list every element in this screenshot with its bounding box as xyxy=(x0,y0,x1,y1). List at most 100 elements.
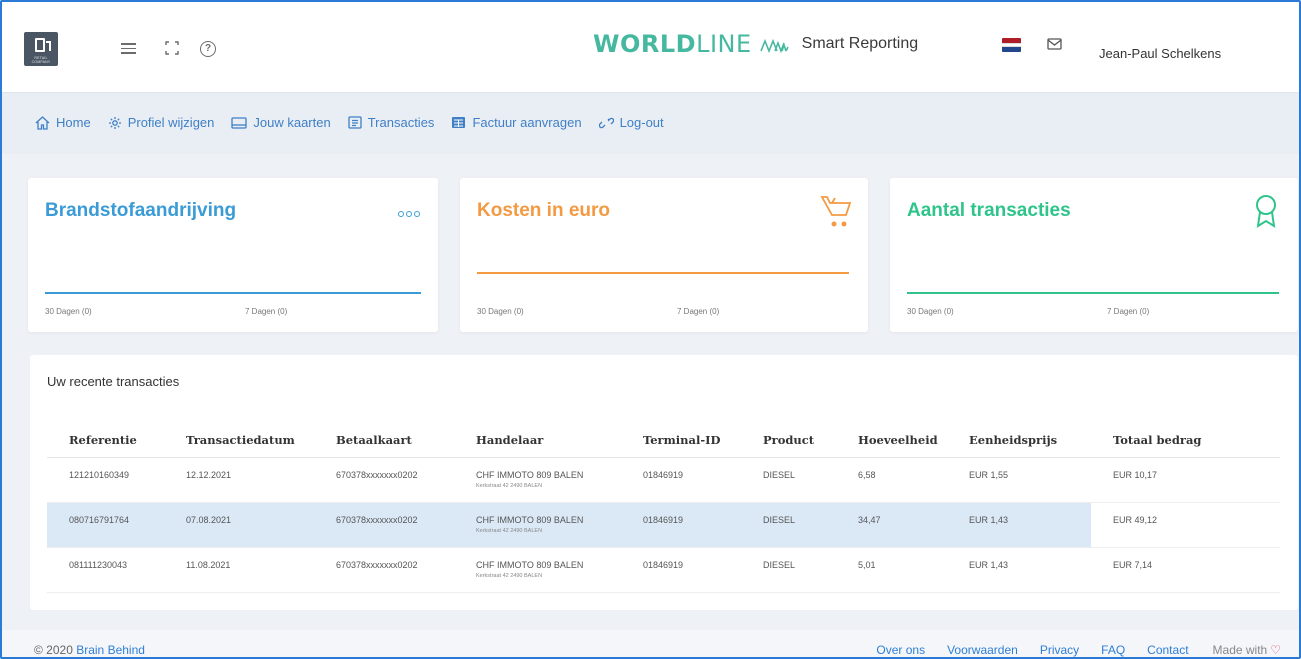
nav-cards-label: Jouw kaarten xyxy=(253,115,331,130)
table-row[interactable]: 081111230043 11.08.2021 670378xxxxxxx020… xyxy=(47,547,1280,593)
merchant-name: CHF IMMOTO 809 BALEN xyxy=(476,514,584,525)
cart-icon xyxy=(820,196,852,227)
nav-logout-label: Log-out xyxy=(619,115,664,130)
cell-quantity: 6,58 xyxy=(836,457,947,503)
col-header-terminal[interactable]: Terminal-ID xyxy=(621,423,741,458)
company-link[interactable]: Brain Behind xyxy=(76,643,145,657)
brand-thin: LINE xyxy=(696,30,752,58)
cell-total: EUR 7,14 xyxy=(1091,547,1280,593)
cell-date: 12.12.2021 xyxy=(164,457,314,503)
copyright: © 2020 Brain Behind xyxy=(34,643,145,657)
invoice-icon xyxy=(452,117,466,128)
card-costs-7days: 7 Dagen (0) xyxy=(677,307,720,316)
fuel-pump-icon xyxy=(35,38,45,52)
nav-cards[interactable]: Jouw kaarten xyxy=(231,115,331,130)
card-costs-30days: 30 Dagen (0) xyxy=(477,307,524,316)
table-row[interactable]: 121210160349 12.12.2021 670378xxxxxxx020… xyxy=(47,457,1280,503)
cell-card: 670378xxxxxxx0202 xyxy=(314,457,454,503)
cell-total-value: EUR 49,12 xyxy=(1113,514,1158,525)
col-header-product[interactable]: Product xyxy=(741,423,836,458)
card-transactions-title: Aantal transacties xyxy=(907,200,1071,221)
brand-logo: WORLDLINE Smart Reporting xyxy=(593,29,918,59)
cell-merchant: CHF IMMOTO 809 BALEN Kerkstraat 42 2490 B… xyxy=(454,547,621,593)
logo-caption: RETAIL COMPANY xyxy=(31,56,51,64)
card-fuel: Brandstofaandrijving 30 Dagen (0) 7 Dage… xyxy=(28,178,438,332)
award-icon xyxy=(1256,195,1276,228)
panel-title: Uw recente transacties xyxy=(47,374,180,389)
footer-link-contact[interactable]: Contact xyxy=(1147,643,1188,657)
cell-product: DIESEL xyxy=(741,502,836,548)
gear-icon xyxy=(108,116,121,129)
recent-transactions-panel: Uw recente transacties Referentie Transa… xyxy=(30,355,1298,610)
col-header-total[interactable]: Totaal bedrag xyxy=(1091,423,1280,458)
cell-merchant: CHF IMMOTO 809 BALEN Kerkstraat 42 2490 B… xyxy=(454,457,621,503)
nav-profile[interactable]: Profiel wijzigen xyxy=(108,115,215,130)
cell-terminal: 01846919 xyxy=(621,502,741,548)
made-with-text: Made with xyxy=(1212,643,1268,657)
main-nav: Home Profiel wijzigen Jouw kaarten Trans… xyxy=(2,92,1299,154)
card-transactions-30days: 30 Dagen (0) xyxy=(907,307,954,316)
nav-invoice[interactable]: Factuur aanvragen xyxy=(451,115,582,130)
card-fuel-7days: 7 Dagen (0) xyxy=(245,307,288,316)
language-flag-icon[interactable] xyxy=(1002,38,1021,52)
footer-link-privacy[interactable]: Privacy xyxy=(1040,643,1079,657)
user-name[interactable]: Jean-Paul Schelkens xyxy=(1099,46,1221,61)
footer-links: Over ons Voorwaarden Privacy FAQ Contact… xyxy=(854,643,1281,657)
help-icon[interactable]: ? xyxy=(200,41,216,57)
footer-link-faq[interactable]: FAQ xyxy=(1101,643,1125,657)
copyright-text: © 2020 xyxy=(34,643,73,657)
cell-quantity: 34,47 xyxy=(836,502,947,548)
card-costs-line xyxy=(477,272,849,274)
cell-date: 11.08.2021 xyxy=(164,547,314,593)
more-options-icon[interactable] xyxy=(398,211,420,217)
fullscreen-icon[interactable] xyxy=(163,40,181,58)
home-icon xyxy=(35,115,50,130)
merchant-address: Kerkstraat 42 2490 BALEN xyxy=(476,527,543,534)
cell-product: DIESEL xyxy=(741,547,836,593)
nav-home-label: Home xyxy=(56,115,91,130)
nav-logout[interactable]: Log-out xyxy=(598,115,664,130)
cell-total: EUR 10,17 xyxy=(1091,457,1280,503)
footer-link-about[interactable]: Over ons xyxy=(876,643,925,657)
brand-subtitle: Smart Reporting xyxy=(801,35,919,52)
cell-unit-price: EUR 1,43 xyxy=(947,502,1091,548)
footer-link-terms[interactable]: Voorwaarden xyxy=(947,643,1018,657)
cell-unit-price: EUR 1,43 xyxy=(947,547,1091,593)
cell-product: DIESEL xyxy=(741,457,836,503)
cell-ref: 121210160349 xyxy=(47,457,164,503)
footer: © 2020 Brain Behind Over ons Voorwaarden… xyxy=(2,630,1299,657)
card-costs: Kosten in euro 30 Dagen (0) 7 Dagen (0) xyxy=(460,178,868,332)
card-fuel-30days: 30 Dagen (0) xyxy=(45,307,92,316)
col-header-date[interactable]: Transactiedatum xyxy=(164,423,314,458)
cell-ref: 081111230043 xyxy=(47,547,164,593)
cell-total: EUR 49,12 xyxy=(1091,502,1280,548)
transactions-table: Referentie Transactiedatum Betaalkaart H… xyxy=(47,423,1280,593)
merchant-address: Kerkstraat 42 2490 BALEN xyxy=(476,482,543,489)
worldline-waves-icon xyxy=(759,38,789,54)
company-logo[interactable]: RETAIL COMPANY xyxy=(24,32,58,66)
link-icon xyxy=(598,117,614,128)
merchant-name: CHF IMMOTO 809 BALEN xyxy=(476,559,584,570)
table-row[interactable]: 080716791764 07.08.2021 670378xxxxxxx020… xyxy=(47,502,1280,548)
col-header-ref[interactable]: Referentie xyxy=(47,423,164,458)
cell-terminal: 01846919 xyxy=(621,547,741,593)
nav-transactions[interactable]: Transacties xyxy=(348,115,435,130)
cell-card: 670378xxxxxxx0202 xyxy=(314,502,454,548)
cell-ref: 080716791764 xyxy=(47,502,164,548)
heart-icon: ♡ xyxy=(1270,643,1281,657)
col-header-unit-price[interactable]: Eenheidsprijs xyxy=(947,423,1091,458)
menu-icon[interactable] xyxy=(119,40,137,58)
card-transactions-line xyxy=(907,292,1279,294)
nav-home[interactable]: Home xyxy=(35,115,91,130)
merchant-name: CHF IMMOTO 809 BALEN xyxy=(476,469,584,480)
col-header-quantity[interactable]: Hoeveelheid xyxy=(836,423,947,458)
col-header-card[interactable]: Betaalkaart xyxy=(314,423,454,458)
mail-icon[interactable] xyxy=(1047,38,1062,50)
top-bar: RETAIL COMPANY ? WORLDLINE Smart Reporti… xyxy=(2,2,1299,92)
nav-profile-label: Profiel wijzigen xyxy=(127,115,215,130)
cell-date: 07.08.2021 xyxy=(164,502,314,548)
nav-transactions-label: Transacties xyxy=(367,115,435,130)
col-header-merchant[interactable]: Handelaar xyxy=(454,423,621,458)
card-icon xyxy=(231,116,248,129)
nav-invoice-label: Factuur aanvragen xyxy=(472,115,582,130)
